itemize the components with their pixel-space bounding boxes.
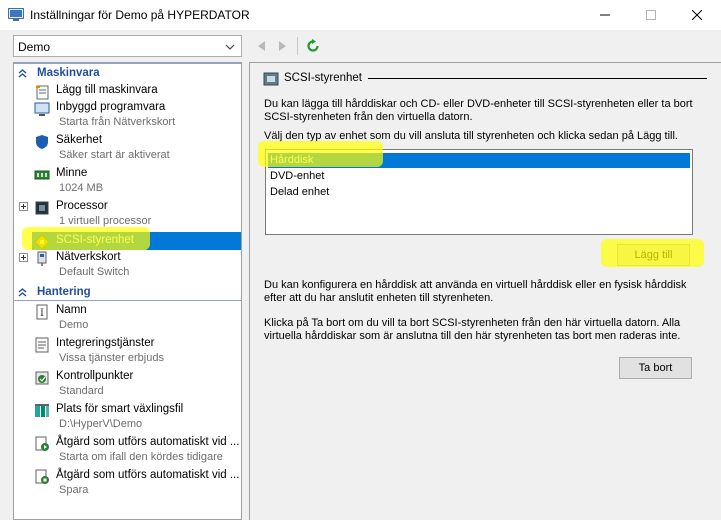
tree-item-label: SCSI-styrenhet: [56, 234, 134, 246]
tree-item-label: Processor: [56, 200, 108, 212]
tree-item-label: Minne: [56, 167, 88, 179]
refresh-icon: [307, 39, 319, 52]
tree-item-label: Inbyggd programvara: [56, 101, 166, 113]
remove-button[interactable]: Ta bort: [619, 357, 692, 379]
checkpoint-icon: [35, 371, 49, 385]
management-section-header[interactable]: Hantering: [14, 285, 241, 301]
group-title: SCSI-styrenhet: [284, 72, 362, 84]
expand-icon[interactable]: [19, 253, 28, 262]
maximize-button[interactable]: [628, 0, 674, 30]
back-button[interactable]: [252, 37, 270, 55]
tree-item-label: Säkerhet: [56, 134, 103, 146]
hardware-section-header[interactable]: Maskinvara: [14, 63, 241, 81]
tree-item-detail: Demo: [59, 319, 89, 331]
arrow-left-icon: [258, 41, 265, 51]
tree-item-detail: Spara: [59, 484, 89, 496]
vm-select-value: Demo: [18, 40, 51, 54]
section-rule: [14, 63, 241, 64]
window-title: Inställningar för Demo på HYPERDATOR: [30, 8, 250, 22]
svg-text:I: I: [40, 308, 44, 319]
group-rule: [368, 78, 707, 79]
device-type-list[interactable]: Hårddisk DVD-enhet Delad enhet: [265, 149, 693, 235]
memory-icon: [34, 170, 50, 180]
close-button[interactable]: [674, 0, 720, 30]
integration-services-icon: [35, 337, 49, 353]
tree-item-detail: 1024 MB: [59, 182, 104, 194]
refresh-button[interactable]: [304, 37, 322, 55]
hyperv-settings-icon: [8, 8, 24, 21]
scsi-settings-panel: SCSI-styrenhet Du kan lägga till hårddis…: [249, 62, 721, 520]
list-item-hard-drive[interactable]: Hårddisk: [268, 153, 690, 168]
tree-item-label: Kontrollpunkter: [56, 370, 134, 382]
tree-item-detail: Vissa tjänster erbjuds: [59, 352, 164, 364]
scsi-controller-icon: [263, 72, 279, 86]
tree-item-detail: Default Switch: [59, 266, 130, 278]
tree-item-label: Åtgärd som utförs automatiskt vid ...: [56, 469, 240, 481]
configure-text: Du kan konfigurera en hårddisk att använ…: [264, 279, 687, 304]
minimize-button[interactable]: [582, 0, 628, 30]
close-icon: [692, 10, 702, 20]
choose-device-text: Välj den typ av enhet som du vill anslut…: [264, 130, 678, 142]
tree-item-label: Integreringstjänster: [56, 337, 155, 349]
tree-item-label: Lägg till maskinvara: [56, 84, 158, 96]
network-adapter-icon: [37, 251, 47, 266]
add-button[interactable]: Lägg till: [617, 244, 690, 266]
tree-item-detail: Starta från Nätverkskort: [59, 116, 176, 128]
shield-icon: [36, 135, 48, 149]
name-icon: I: [36, 304, 48, 320]
vm-select[interactable]: Demo: [13, 35, 242, 57]
toolbar-separator: [297, 37, 298, 55]
maximize-icon: [646, 10, 656, 20]
tree-item-detail: Säker start är aktiverat: [59, 149, 170, 161]
collapse-icon: [18, 288, 27, 297]
arrow-right-icon: [279, 41, 286, 51]
hardware-section-label: Maskinvara: [37, 67, 100, 79]
tree-item-label: Namn: [56, 304, 87, 316]
tree-item-detail: Standard: [59, 385, 104, 397]
title-bar: Inställningar för Demo på HYPERDATOR: [0, 0, 721, 30]
remove-text: Klicka på Ta bort om du vill ta bort SCS…: [264, 317, 681, 342]
section-rule: [14, 300, 241, 301]
tree-item-label: Plats för smart växlingsfil: [56, 403, 184, 415]
collapse-icon: [18, 69, 27, 78]
processor-icon: [35, 201, 49, 215]
add-hardware-icon: [36, 85, 49, 100]
chevron-down-icon: [225, 44, 235, 50]
tree-item-label: Nätverkskort: [56, 251, 121, 263]
auto-stop-icon: [35, 469, 49, 484]
forward-button[interactable]: [274, 37, 292, 55]
scsi-controller-icon: [34, 234, 50, 250]
tree-item-detail: Starta om ifall den kördes tidigare: [59, 451, 223, 463]
list-item-shared-drive[interactable]: Delad enhet: [268, 185, 690, 200]
auto-start-icon: [35, 436, 49, 451]
intro-text: Du kan lägga till hårddiskar och CD- ell…: [264, 98, 693, 123]
tree-item-detail: D:\HyperV\Demo: [59, 418, 143, 430]
expand-icon[interactable]: [19, 202, 28, 211]
firmware-icon: [34, 102, 50, 116]
settings-tree: Maskinvara Lägg till maskinvara Inbyggd …: [13, 62, 242, 520]
tree-item-detail: 1 virtuell processor: [59, 215, 152, 227]
list-item-dvd-drive[interactable]: DVD-enhet: [268, 169, 690, 184]
minimize-icon: [600, 14, 610, 16]
management-section-label: Hantering: [37, 286, 91, 298]
tree-item-label: Åtgärd som utförs automatiskt vid ...: [56, 436, 240, 448]
smart-paging-icon: [35, 404, 49, 417]
